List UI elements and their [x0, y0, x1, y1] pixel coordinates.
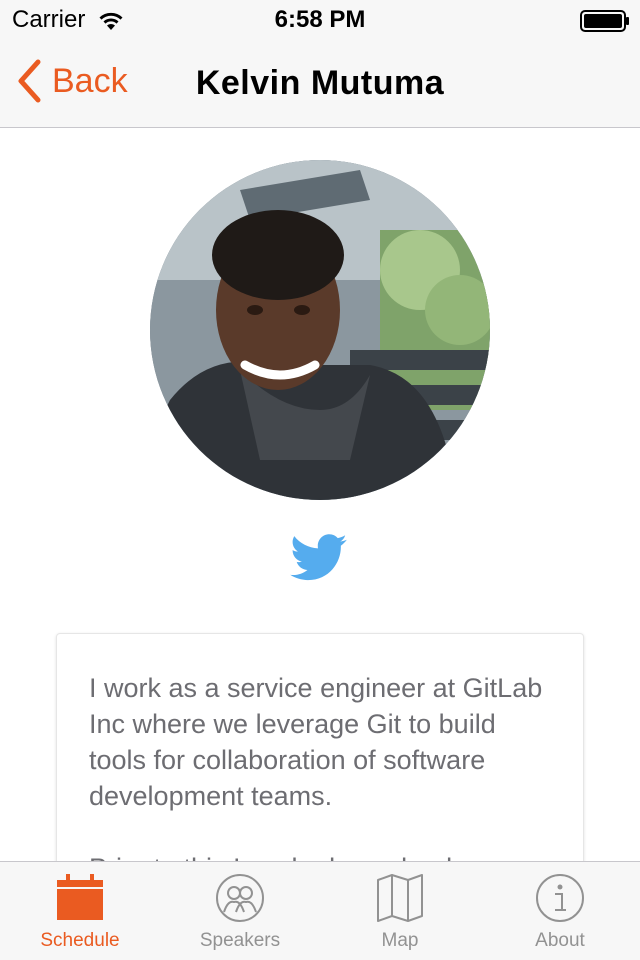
status-time: 6:58 PM [274, 6, 366, 33]
navigation-bar: Back Kelvin Mutuma [0, 40, 640, 128]
bio-paragraph: I work as a service engineer at GitLab I… [89, 673, 543, 811]
info-icon [536, 874, 584, 922]
tab-label: About [535, 930, 585, 951]
tab-speakers[interactable]: Speakers [160, 862, 320, 960]
tab-bar: Schedule Speakers Map About [0, 861, 640, 960]
tab-map[interactable]: Map [320, 862, 480, 960]
tab-schedule[interactable]: Schedule [0, 862, 160, 960]
page-title: Kelvin Mutuma [195, 64, 445, 102]
speaker-avatar [150, 160, 490, 500]
tab-label: Speakers [199, 930, 281, 951]
speaker-photo [150, 160, 490, 500]
bio-text: I work as a service engineer at GitLab I… [89, 670, 551, 861]
speakers-icon [216, 874, 264, 922]
bio-card: I work as a service engineer at GitLab I… [56, 633, 584, 861]
tab-label: Schedule [40, 930, 120, 951]
map-icon [377, 874, 423, 922]
tab-label: Map [381, 930, 419, 951]
tab-about[interactable]: About [480, 862, 640, 960]
battery-icon [580, 10, 629, 32]
bio-paragraph: Prior to this I worked as a lead [89, 850, 551, 861]
twitter-icon[interactable] [290, 534, 348, 582]
status-bar: Carrier 6:58 PM [0, 0, 640, 40]
calendar-icon [57, 874, 103, 920]
speaker-detail-scroll[interactable]: I work as a service engineer at GitLab I… [0, 129, 640, 861]
